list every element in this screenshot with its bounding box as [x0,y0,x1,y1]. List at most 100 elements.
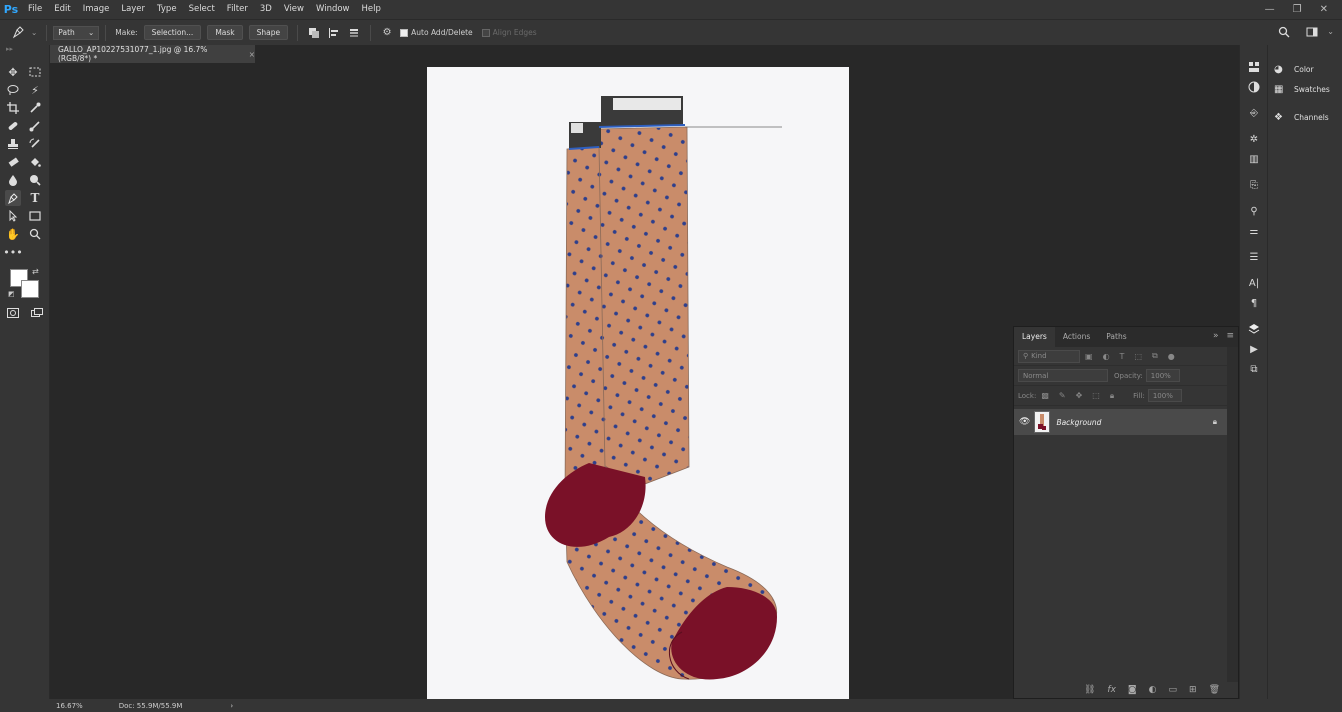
collapse-panel-icon[interactable]: » [1213,331,1219,341]
swap-colors-icon[interactable]: ⇄ [32,267,39,276]
screen-mode-icon[interactable] [29,305,45,321]
path-selection-tool-icon[interactable] [5,208,21,224]
menu-layer[interactable]: Layer [115,0,151,19]
lock-transparency-icon[interactable]: ▩ [1041,391,1049,400]
document-tab[interactable]: GALLO_AP10227531077_1.jpg @ 16.7% (RGB/8… [50,45,255,63]
color-panel-tab[interactable]: ◕ Color [1268,59,1342,79]
menu-filter[interactable]: Filter [221,0,254,19]
tool-mode-select[interactable]: Path ⌄ [53,25,100,40]
info-panel-icon[interactable]: ⎆ [1240,103,1268,123]
close-window-button[interactable]: ✕ [1320,4,1328,15]
more-tools-icon[interactable]: ••• [3,244,22,260]
gear-icon[interactable]: ⚙ [379,25,395,41]
new-group-icon[interactable]: ▭ [1169,685,1178,695]
paint-bucket-tool-icon[interactable] [27,154,43,170]
lock-position-icon[interactable]: ✥ [1076,391,1083,400]
menu-view[interactable]: View [278,0,310,19]
quick-mask-icon[interactable] [5,305,21,321]
layer-style-icon[interactable]: fx [1107,685,1116,695]
tab-layers[interactable]: Layers [1014,327,1055,347]
lasso-tool-icon[interactable] [5,82,21,98]
actions-panel-icon[interactable]: ▶ [1240,339,1268,359]
swatches-panel-tab[interactable]: ▦ Swatches [1268,79,1342,99]
menu-help[interactable]: Help [356,0,387,19]
link-layers-icon[interactable]: ⛓ [1084,685,1095,695]
panel-menu-icon[interactable]: ≡ [1226,331,1234,341]
restore-button[interactable]: ❐ [1293,4,1302,15]
adjustment-layer-icon[interactable]: ◐ [1149,685,1157,695]
brushes-panel-icon[interactable]: ▥ [1240,149,1268,169]
search-icon[interactable] [1276,24,1292,40]
status-menu-arrow[interactable]: › [230,702,233,710]
align-edges-checkbox[interactable]: Align Edges [481,28,537,37]
menu-image[interactable]: Image [77,0,116,19]
eyedropper-tool-icon[interactable] [27,100,43,116]
lock-artboard-icon[interactable]: ⬚ [1092,391,1100,400]
layers-scrollbar[interactable] [1227,347,1238,682]
channels-panel-tab[interactable]: ❖ Channels [1268,107,1342,127]
hand-tool-icon[interactable]: ✋ [5,226,21,242]
menu-file[interactable]: File [22,0,48,19]
make-mask-button[interactable]: Mask [207,25,243,40]
default-colors-icon[interactable]: ◩ [8,290,15,298]
clone-source-icon[interactable]: ⎘ [1240,175,1268,195]
path-alignment-icon[interactable] [326,25,342,41]
smart-object-filter-icon[interactable]: ⧉ [1152,351,1158,361]
adjustments-panel-icon[interactable] [1240,77,1268,97]
brush-tool-icon[interactable] [27,118,43,134]
type-filter-icon[interactable]: T [1120,352,1125,361]
clone-stamp-tool-icon[interactable] [5,136,21,152]
magic-wand-tool-icon[interactable]: ⚡ [27,82,43,98]
libraries-panel-icon[interactable]: ☰ [1240,247,1268,267]
make-shape-button[interactable]: Shape [248,25,289,40]
auto-add-delete-checkbox[interactable]: Auto Add/Delete [400,28,473,37]
toolbox-grip[interactable]: ▸▸ [0,45,49,63]
dodge-tool-icon[interactable] [27,172,43,188]
menu-select[interactable]: Select [183,0,221,19]
menu-window[interactable]: Window [310,0,356,19]
filter-toggle-icon[interactable]: ● [1168,352,1175,361]
shape-filter-icon[interactable]: ⬚ [1134,352,1142,361]
tab-paths[interactable]: Paths [1098,327,1134,347]
document-canvas[interactable] [427,67,849,699]
pen-tool-preset-icon[interactable] [10,25,26,41]
history-brush-tool-icon[interactable] [27,136,43,152]
chevron-down-icon[interactable]: ⌄ [1327,27,1334,36]
path-operations-icon[interactable] [306,25,322,41]
layer-name[interactable]: Background [1056,418,1101,427]
blur-tool-icon[interactable] [5,172,21,188]
adjustment-filter-icon[interactable]: ◐ [1103,352,1110,361]
paths-panel-icon[interactable]: ⧉ [1240,359,1268,379]
kind-filter-select[interactable]: ⚲ Kind [1018,349,1080,363]
menu-type[interactable]: Type [151,0,183,19]
new-layer-icon[interactable]: ⊞ [1189,685,1197,695]
workspace-icon[interactable] [1304,24,1320,40]
menu-3d[interactable]: 3D [254,0,278,19]
path-arrangement-icon[interactable] [346,25,362,41]
lock-all-icon[interactable]: 🔒︎ [1110,391,1114,401]
zoom-tool-icon[interactable] [27,226,43,242]
pen-tool-icon[interactable] [5,190,21,206]
close-tab-icon[interactable]: × [249,50,255,59]
background-color-swatch[interactable] [21,280,39,298]
zoom-level[interactable]: 16.67% [56,702,83,710]
lock-pixels-icon[interactable]: ✎ [1059,391,1066,400]
tab-actions[interactable]: Actions [1055,327,1098,347]
minimize-button[interactable]: — [1265,4,1275,15]
blend-mode-select[interactable]: Normal [1018,369,1108,382]
fill-input[interactable]: 100% [1147,389,1182,402]
pixel-filter-icon[interactable]: ▣ [1085,352,1093,361]
rectangle-tool-icon[interactable] [27,208,43,224]
tool-presets-icon[interactable]: ⚲ [1240,201,1268,221]
properties-panel-icon[interactable]: ⚌ [1240,221,1268,241]
menu-edit[interactable]: Edit [48,0,76,19]
crop-tool-icon[interactable] [5,100,21,116]
chevron-down-icon[interactable]: ⌄ [31,28,37,37]
brush-settings-icon[interactable]: ✲ [1240,129,1268,149]
type-tool-icon[interactable]: T [27,190,43,206]
eye-icon[interactable]: 👁︎ [1019,417,1030,427]
make-selection-button[interactable]: Selection... [143,25,202,40]
opacity-input[interactable]: 100% [1145,369,1180,382]
trash-icon[interactable]: 🗑︎ [1209,685,1220,695]
marquee-tool-icon[interactable] [27,64,43,80]
